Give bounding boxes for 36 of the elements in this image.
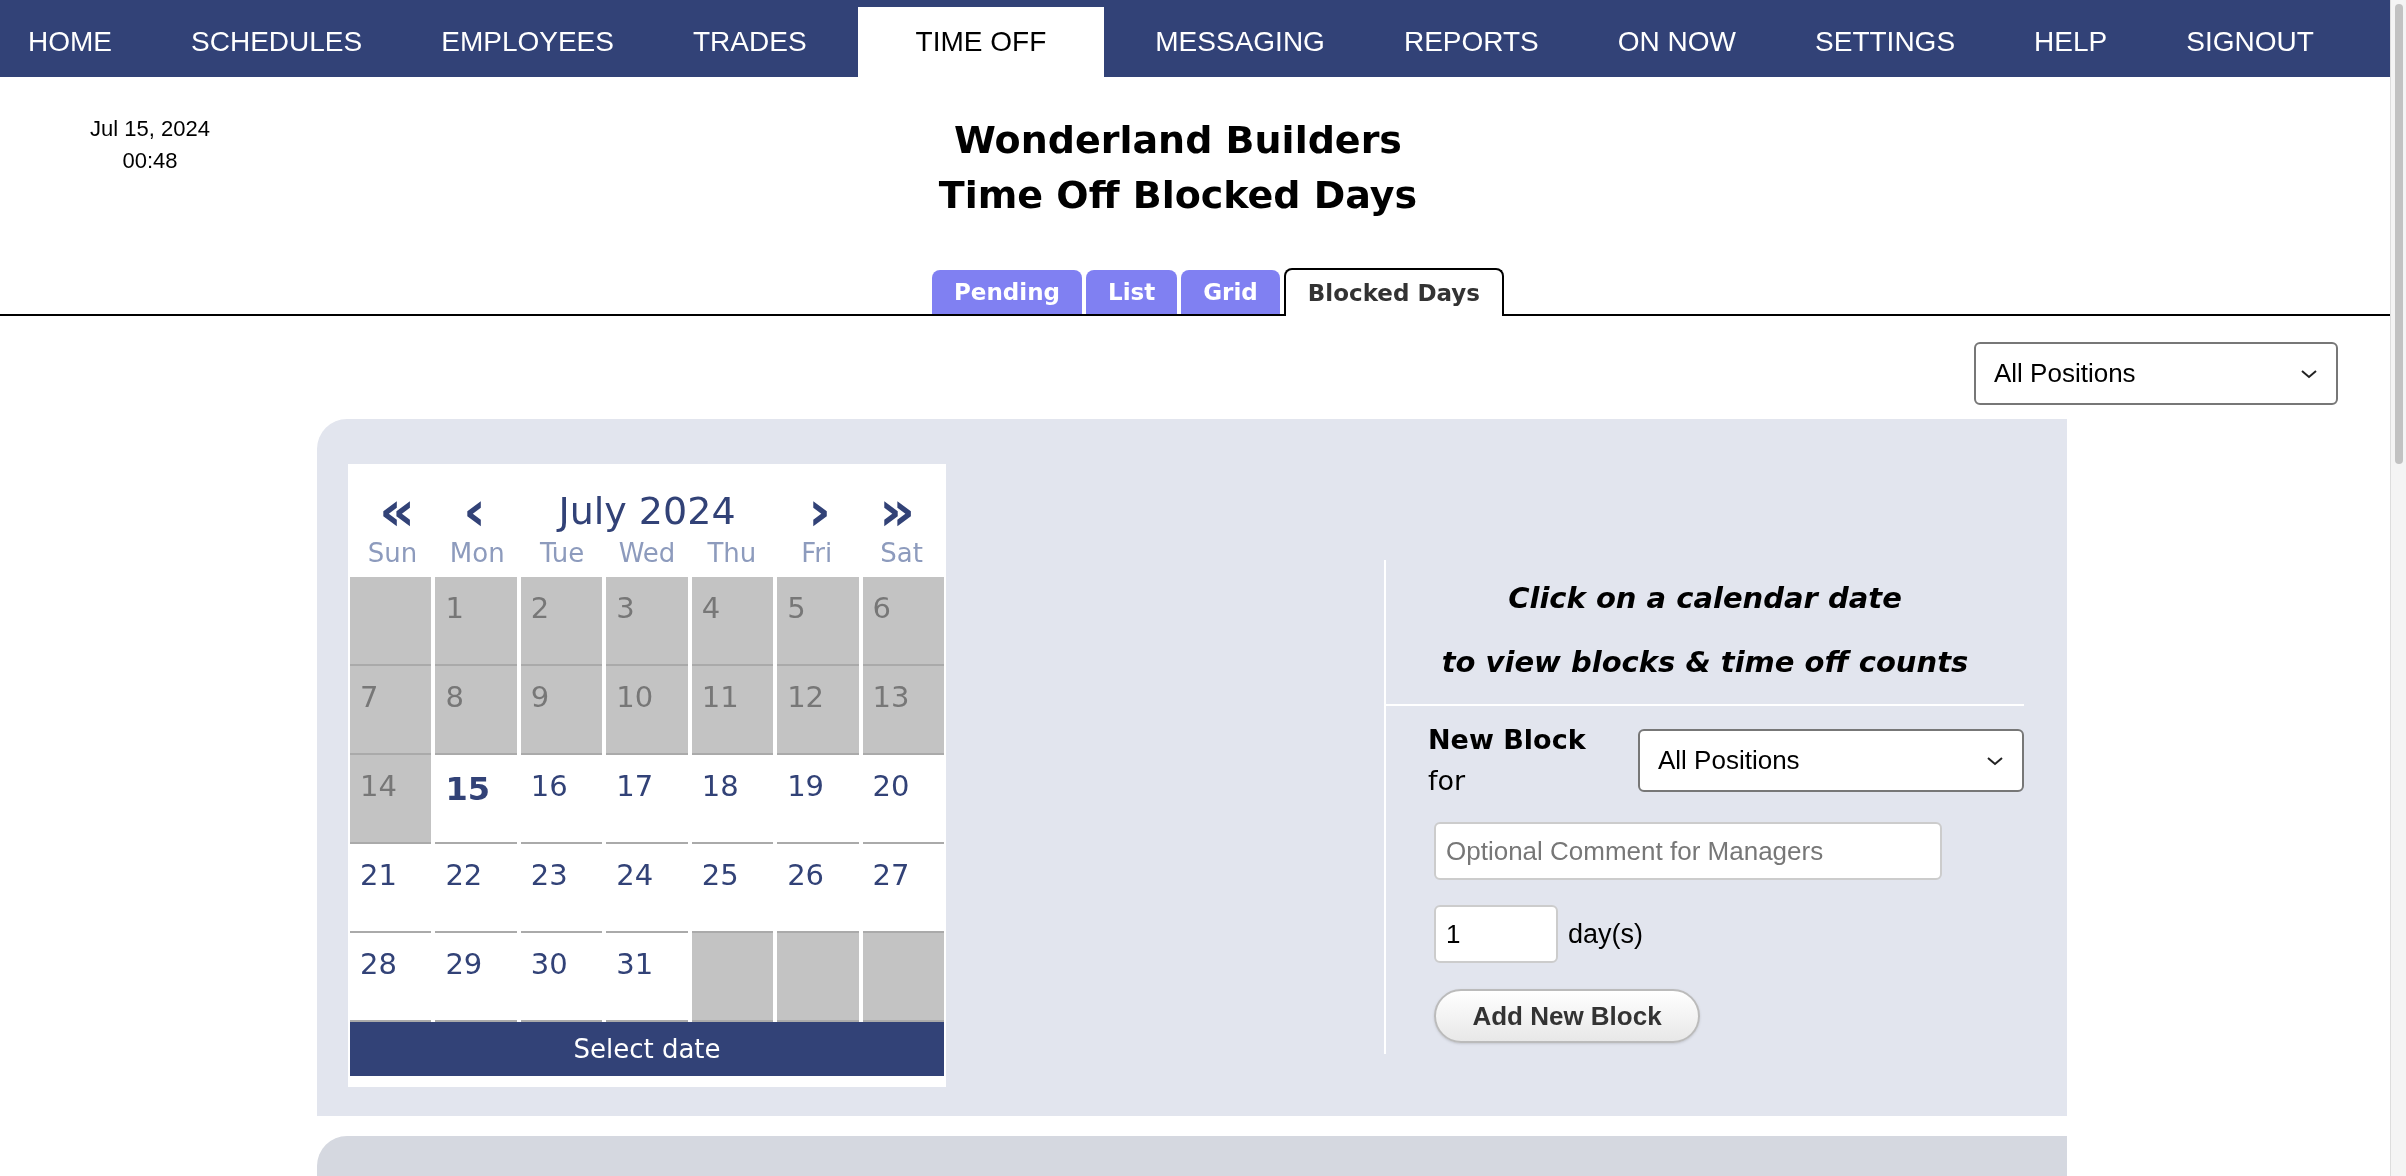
day-count-input-field[interactable]: 1 (1434, 905, 1558, 964)
weekday-label: Fri (800, 537, 834, 571)
nav-link[interactable]: MESSAGING (1127, 6, 1353, 77)
current-time: 00:48 (122, 146, 178, 175)
comment-input-field[interactable]: Optional Comment for Managers (1434, 822, 1942, 881)
company-name: Wonderland Builders (954, 116, 1402, 164)
nav-link[interactable]: SCHEDULES (163, 6, 391, 77)
weekday-label: Thu (706, 537, 758, 571)
nav-link[interactable]: SIGNOUT (2158, 6, 2342, 77)
days-unit-label: day(s) (1568, 918, 1643, 952)
nav-link[interactable]: SETTINGS (1787, 6, 1984, 77)
weekday-label: Wed (617, 537, 677, 571)
nav-link[interactable]: REPORTS (1375, 6, 1567, 77)
weekday-label: Tue (538, 537, 586, 571)
nav-link[interactable]: ON NOW (1589, 6, 1765, 77)
nav-link[interactable]: TIME OFF (857, 6, 1105, 77)
position-filter-select[interactable]: All Positions (1974, 342, 2338, 406)
new-block-label: New Block for (1428, 723, 1587, 798)
weekday-label: Sun (366, 537, 419, 571)
weekday-label: Mon (448, 537, 506, 571)
instruction-text: to view blocks & time off counts (1441, 644, 1969, 682)
weekday-label: Sat (879, 537, 924, 571)
add-new-block-button[interactable]: Add New Block (1434, 989, 1700, 1044)
nav-link[interactable]: TRADES (665, 6, 835, 77)
current-date: Jul 15, 2024 (90, 114, 210, 143)
nav-link[interactable]: HELP (2006, 6, 2136, 77)
view-tab[interactable]: Blocked Days (1283, 268, 1504, 317)
dropdown-caret-icon (1986, 754, 2004, 767)
nav-link[interactable]: EMPLOYEES (413, 6, 642, 77)
block-position-select[interactable]: All Positions (1638, 729, 2024, 793)
nav-link[interactable]: HOME (0, 6, 140, 77)
month-title: July 2024 (555, 487, 737, 535)
page-title: Time Off Blocked Days (938, 171, 1418, 219)
dropdown-caret-icon (2300, 367, 2318, 380)
instruction-text: Click on a calendar date (1508, 580, 1902, 618)
select-date-button[interactable]: Select date (350, 1022, 944, 1077)
